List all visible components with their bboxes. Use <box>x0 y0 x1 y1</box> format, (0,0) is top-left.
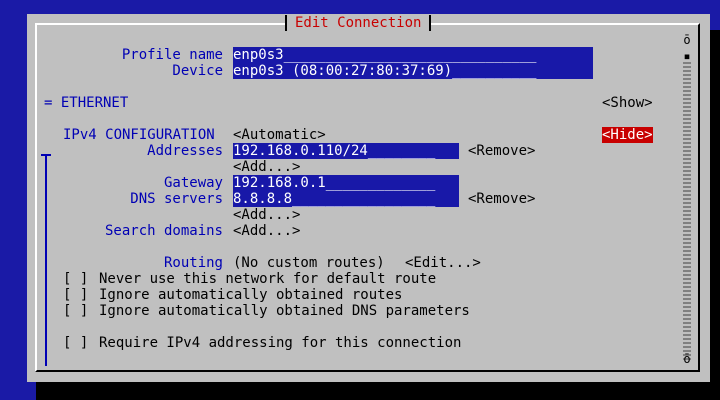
ignore-routes-checkbox[interactable]: [ ] <box>63 287 88 303</box>
ignore-dns-label: Ignore automatically obtained DNS parame… <box>99 303 470 319</box>
gateway-label: Gateway <box>163 175 223 191</box>
dialog-title: Edit Connection <box>285 14 432 32</box>
profile-name-input[interactable]: enp0s3______________________________ <box>233 47 593 63</box>
routing-label: Routing <box>163 255 223 271</box>
search-domains-add-button[interactable]: <Add...> <box>233 223 300 239</box>
address-remove-button[interactable]: <Remove> <box>468 143 535 159</box>
address-input[interactable]: 192.168.0.110/24________ <box>233 143 459 159</box>
addresses-label: Addresses <box>147 143 223 159</box>
scrollbar-thumb[interactable]: ▪ <box>681 48 693 64</box>
ignore-routes-label: Ignore automatically obtained routes <box>99 287 403 303</box>
ignore-dns-checkbox[interactable]: [ ] <box>63 303 88 319</box>
never-default-checkbox[interactable]: [ ] <box>63 271 88 287</box>
dns-server-input[interactable]: 8.8.8.8_________________ <box>233 191 459 207</box>
device-input[interactable]: enp0s3 (08:00:27:80:37:69)__________ <box>233 63 593 79</box>
never-default-label: Never use this network for default route <box>99 271 437 287</box>
dns-servers-label: DNS servers <box>130 191 223 207</box>
require-ipv4-label: Require IPv4 addressing for this connect… <box>99 335 462 351</box>
ipv4-section-label: IPv4 CONFIGURATION <box>63 127 215 143</box>
scroll-down-arrow[interactable]: ō <box>681 351 693 367</box>
search-domains-label: Search domains <box>104 223 223 239</box>
routing-value: (No custom routes) <box>233 255 385 271</box>
ipv4-hide-button[interactable]: <Hide> <box>602 127 653 143</box>
routing-edit-button[interactable]: <Edit...> <box>405 255 481 271</box>
address-add-button[interactable]: <Add...> <box>233 159 300 175</box>
gateway-input[interactable]: 192.168.0.1_____________ <box>233 175 459 191</box>
device-label: Device <box>172 63 223 79</box>
ipv4-mode-dropdown[interactable]: <Automatic> <box>233 127 326 143</box>
ethernet-show-button[interactable]: <Show> <box>602 95 653 111</box>
scroll-up-arrow[interactable]: ō <box>681 32 693 48</box>
edit-connection-dialog: Edit Connection Profile name enp0s3_____… <box>27 14 710 382</box>
ipv4-section-line <box>45 156 47 366</box>
ethernet-section-label: = ETHERNET <box>44 95 129 111</box>
dns-add-button[interactable]: <Add...> <box>233 207 300 223</box>
dns-remove-button[interactable]: <Remove> <box>468 191 535 207</box>
scrollbar-track[interactable] <box>683 62 691 362</box>
require-ipv4-checkbox[interactable]: [ ] <box>63 335 88 351</box>
profile-name-label: Profile name <box>121 47 223 63</box>
